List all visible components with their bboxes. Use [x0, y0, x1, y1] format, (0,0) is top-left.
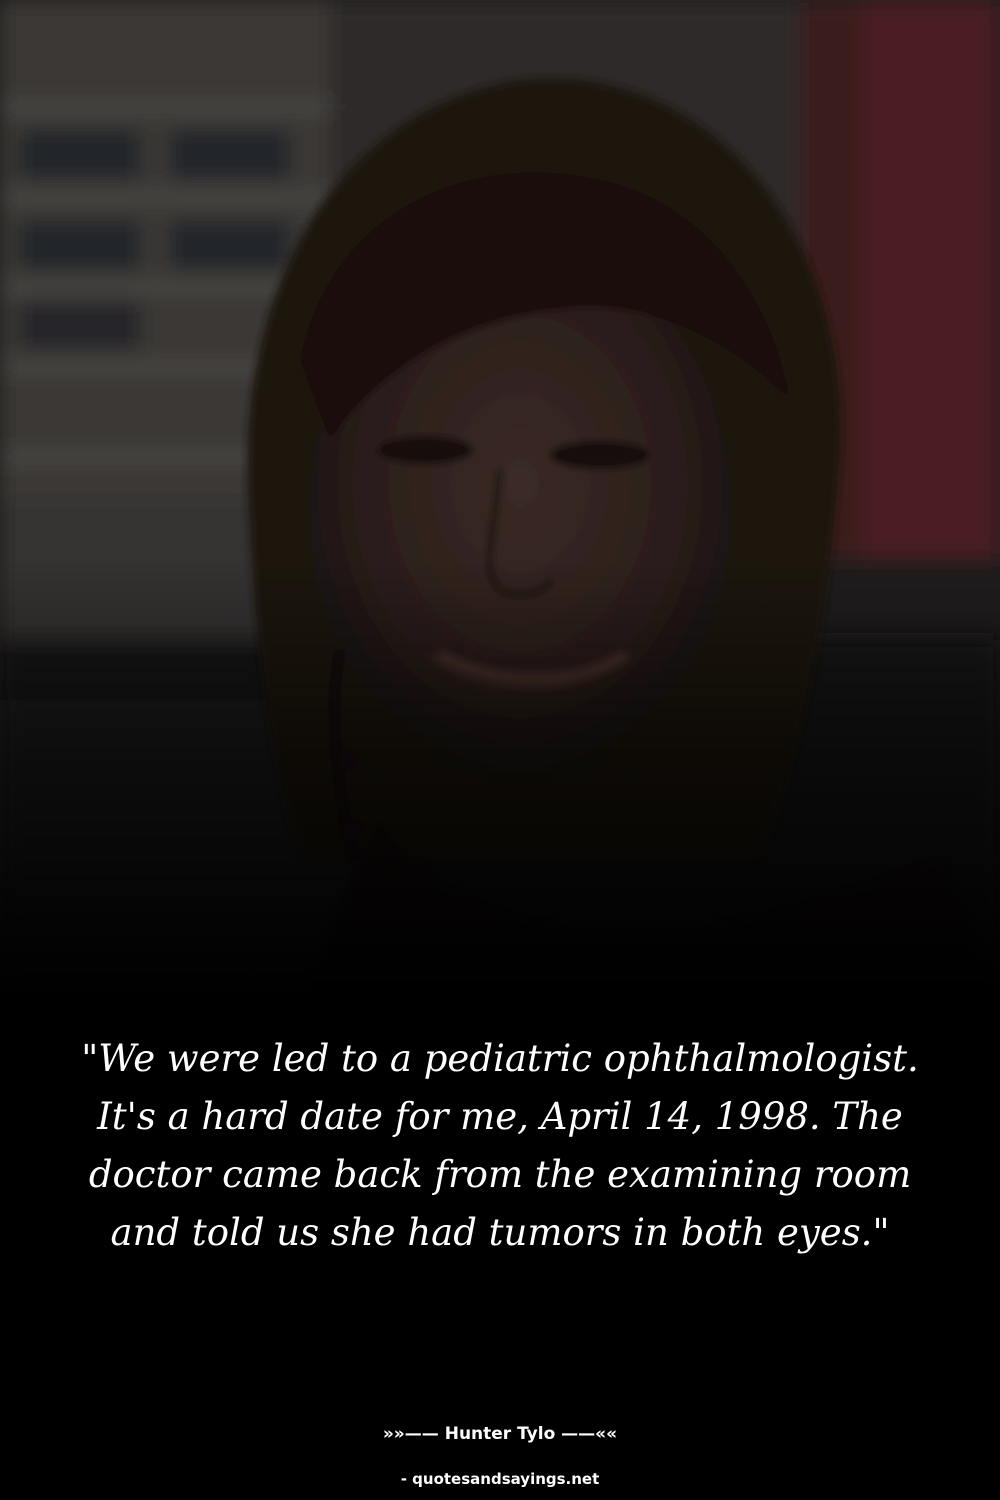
source-credit: - quotesandsayings.net [400, 1470, 600, 1488]
dark-gradient-overlay [0, 560, 1000, 1000]
quote-poster: "We were led to a pediatric ophthalmolog… [0, 0, 1000, 1500]
author-attribution: »»—— Hunter Tylo ——«« [382, 1424, 618, 1444]
quote-text: "We were led to a pediatric ophthalmolog… [81, 1037, 919, 1254]
